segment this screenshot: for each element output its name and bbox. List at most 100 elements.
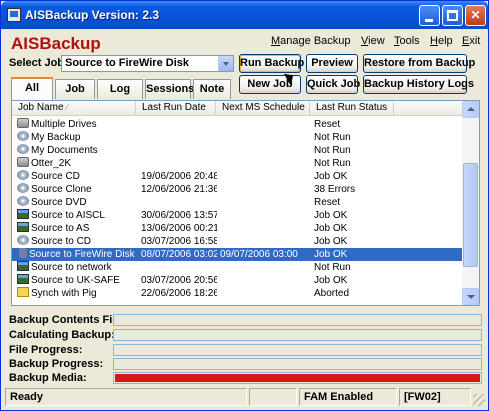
history-logs-button[interactable]: Backup History Logs [363,75,474,94]
table-row[interactable]: Source to CD 03/07/2006 16:58 Job OK [12,235,464,248]
status-empty-panel [249,388,297,406]
job-name-cell: Source to FireWire Disk [17,248,135,261]
job-name-text: Multiple Drives [31,119,97,130]
file-progress-label: File Progress: [9,344,83,356]
column-last-run-status[interactable]: Last Run Status [310,101,394,116]
job-name-cell: Source DVD [17,196,135,209]
network-icon [17,222,29,232]
job-name-cell: Source CD [17,170,135,183]
window-title: AISBackup Version: 2.3 [25,8,160,22]
close-button[interactable]: ✕ [465,5,486,26]
quick-job-button[interactable]: Quick Job [306,75,360,94]
job-name-cell: Multiple Drives [17,118,135,131]
table-row[interactable]: Source to UK-SAFE 03/07/2006 20:56 Job OK [12,274,464,287]
scroll-down-icon[interactable] [462,288,479,305]
job-name-text: Otter_2K [31,158,72,169]
run-backup-button[interactable]: Run Backup [239,54,304,73]
last-run-cell: 19/06/2006 20:48 [141,171,217,182]
job-name-cell: Source Clone [17,183,135,196]
network-icon [17,274,29,284]
table-row[interactable]: Source to AS 13/06/2006 00:21 Job OK [12,222,464,235]
app-window: AISBackup Version: 2.3 ✕ AISBackup Manag… [0,0,489,411]
job-name-cell: Source to AISCL [17,209,135,222]
job-name-cell: My Backup [17,131,135,144]
status-cell: Job OK [314,223,348,234]
preview-button[interactable]: Preview [306,54,358,73]
tab-sessions[interactable]: Sessions [145,79,194,99]
job-name-text: My Backup [31,132,81,143]
table-row[interactable]: Source Clone 12/06/2006 21:36 38 Errors [12,183,464,196]
next-schedule-cell: 09/07/2006 03:00 [220,249,298,260]
cd-icon [17,183,29,193]
scroll-up-icon[interactable] [462,101,479,118]
network-icon [17,209,29,219]
menu-view[interactable]: View [361,35,385,47]
sort-icon: ⁄ [66,103,68,112]
tab-note[interactable]: Note [193,79,231,99]
app-icon[interactable] [7,8,21,22]
cd-icon [17,235,29,245]
minimize-button[interactable] [419,5,440,26]
status-fam: FAM Enabled [299,388,397,406]
brand-logo: AISBackup [11,34,101,53]
status-cell: Not Run [314,132,351,143]
backup-media-bar [113,372,482,384]
table-row[interactable]: Source to network Not Run [12,261,464,274]
job-name-text: Source to network [31,262,112,273]
table-row[interactable]: Otter_2K Not Run [12,157,464,170]
tab-all-jobs[interactable]: All Jobs [11,77,53,112]
cd-icon [17,144,29,154]
menu-manage-backup[interactable]: Manage Backup [271,35,351,47]
menu-help[interactable]: Help [430,35,453,47]
status-cell: Job OK [314,171,348,182]
job-name-text: Source Clone [31,184,92,195]
column-last-run-date[interactable]: Last Run Date [136,101,216,116]
table-row[interactable]: Source to FireWire Disk 08/07/2006 03:02 0… [12,248,464,261]
tab-log[interactable]: Log [97,79,143,99]
status-cell: Job OK [314,236,348,247]
table-row[interactable]: Source to AISCL 30/06/2006 13:57 Job OK [12,209,464,222]
restore-button[interactable]: Restore from Backup [363,54,475,73]
job-select[interactable]: Source to FireWire Disk [61,55,234,72]
drive-icon [17,157,29,167]
chevron-down-icon[interactable] [218,56,233,71]
title-bar[interactable]: AISBackup Version: 2.3 ✕ [1,1,488,29]
status-cell: Not Run [314,262,351,273]
job-name-text: My Documents [31,145,98,156]
job-name-cell: Source to AS [17,222,135,235]
calculating-bar [113,329,482,341]
table-row[interactable]: Synch with Pig 22/06/2006 18:26 Aborted [12,287,464,300]
backup-progress-bar [113,358,482,370]
maximize-button[interactable] [442,5,463,26]
tab-job[interactable]: Job [55,79,95,99]
status-cell: Job OK [314,210,348,221]
table-row[interactable]: Source DVD Reset [12,196,464,209]
last-run-cell: 03/07/2006 16:58 [141,236,217,247]
calculating-label: Calculating Backup: [9,329,115,341]
resize-grip-icon[interactable] [473,394,485,406]
column-next-schedule[interactable]: Next MS Schedule [216,101,310,116]
menu-tools[interactable]: Tools [394,35,420,47]
scroll-thumb[interactable] [463,163,478,267]
menu-exit[interactable]: Exit [462,35,480,47]
job-name-text: Source to AS [31,223,90,234]
usb-icon [19,248,27,258]
status-cell: Reset [314,197,341,208]
job-name-text: Source to FireWire Disk [29,249,135,260]
maximize-icon [447,10,458,21]
last-run-cell: 13/06/2006 00:21 [141,223,217,234]
job-name-cell: My Documents [17,144,135,157]
table-row[interactable]: My Backup Not Run [12,131,464,144]
job-name-cell: Otter_2K [17,157,135,170]
last-run-cell: 22/06/2006 18:26 [141,288,217,299]
table-row[interactable]: My Documents Not Run [12,144,464,157]
job-name-cell: Source to CD [17,235,135,248]
jobs-list[interactable]: Job Name ⁄ Last Run Date Next MS Schedul… [11,100,480,306]
table-row[interactable]: Source CD 19/06/2006 20:48 Job OK [12,170,464,183]
vertical-scrollbar[interactable] [462,101,479,305]
job-name-cell: Source to network [17,261,135,274]
column-job-name[interactable]: Job Name ⁄ [12,101,136,116]
table-row[interactable]: Multiple Drives Reset [12,118,464,131]
job-select-value: Source to FireWire Disk [65,57,189,69]
status-cell: Not Run [314,158,351,169]
